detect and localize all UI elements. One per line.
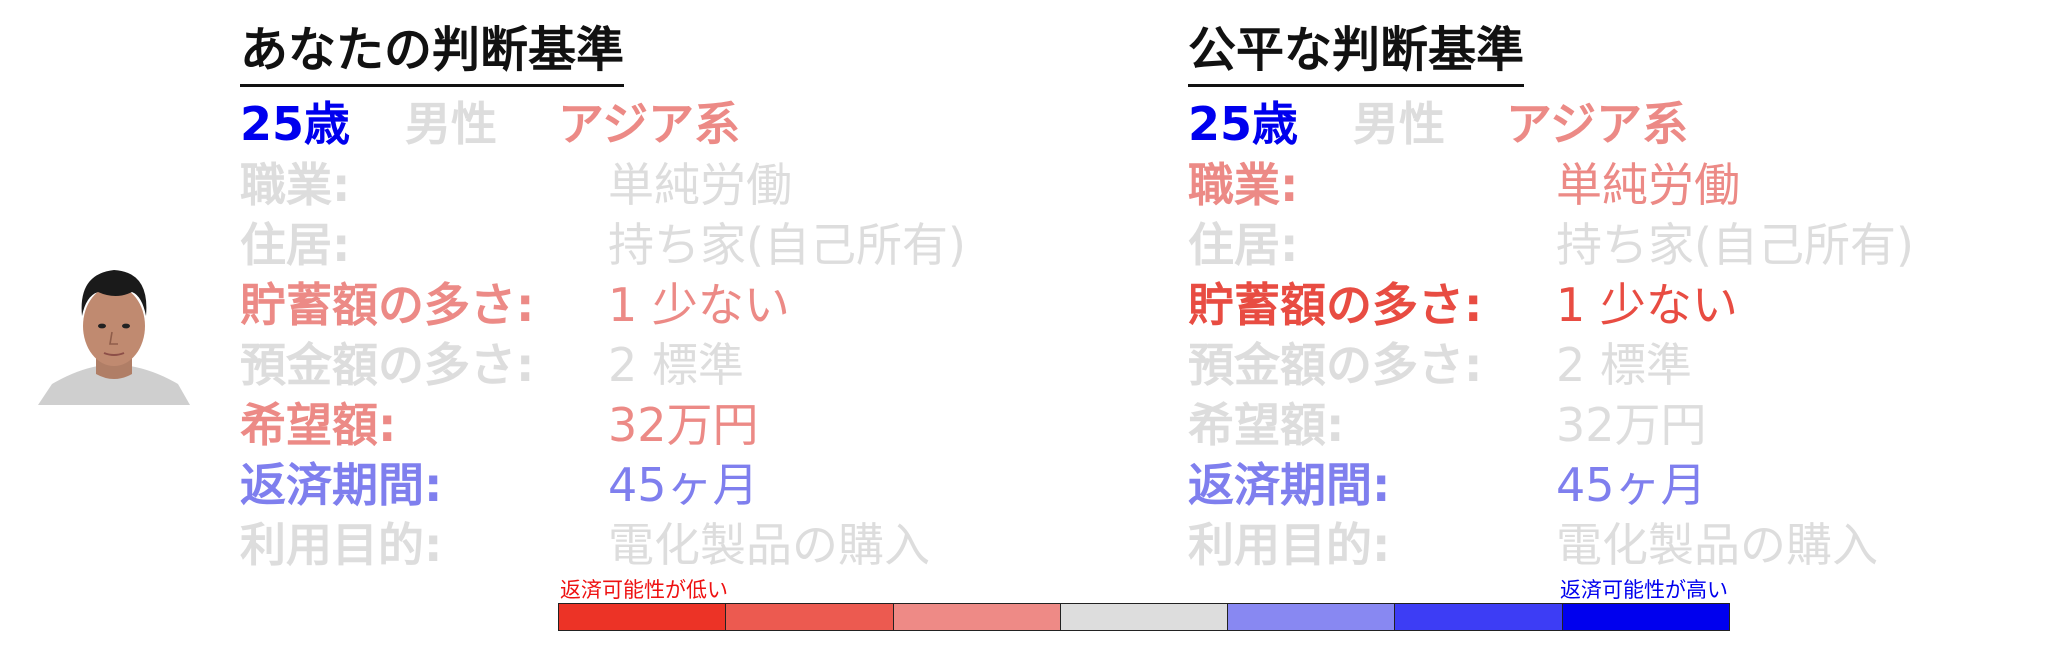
scale-segment <box>1562 604 1729 630</box>
attribute-row: 希望額: 32万円 <box>240 395 759 455</box>
attribute-label: 希望額: <box>1188 398 1345 452</box>
attribute-row: 預金額の多さ: 2 標準 <box>240 335 744 395</box>
attribute-value: 1 少ない <box>1556 278 1738 332</box>
fair-criteria-panel: 公平な判断基準 25歳 男性 アジア系 職業: 単純労働 住居: 持ち家(自己所… <box>1188 18 1914 575</box>
scale-segment <box>726 604 894 630</box>
user-criteria-panel: あなたの判断基準 25歳 男性 アジア系 職業: 単純労働 住居: 持ち家(自己… <box>240 18 966 575</box>
attribute-value: 2 標準 <box>608 338 744 392</box>
attribute-row: 貯蓄額の多さ: 1 少ない <box>240 275 790 335</box>
attribute-value: 持ち家(自己所有) <box>1556 218 1914 272</box>
attribute-label: 貯蓄額の多さ: <box>1188 278 1483 332</box>
race-label: アジア系 <box>558 97 741 151</box>
attribute-value: 単純労働 <box>1556 158 1740 212</box>
attribute-value: 32万円 <box>1556 398 1707 452</box>
attribute-label: 利用目的: <box>1188 518 1391 572</box>
panel-title: 公平な判断基準 <box>1188 18 1525 87</box>
attribute-label: 希望額: <box>240 398 397 452</box>
age-label: 25歳 <box>240 97 351 151</box>
attribute-row: 返済期間: 45ヶ月 <box>1188 455 1707 515</box>
attribute-value: 持ち家(自己所有) <box>608 218 966 272</box>
attribute-label: 返済期間: <box>1188 458 1391 512</box>
scale-segment <box>893 604 1061 630</box>
attribute-row: 利用目的: 電化製品の購入 <box>1188 515 1878 575</box>
attribute-value: 単純労働 <box>608 158 792 212</box>
demographics: 25歳 男性 アジア系 <box>240 93 740 155</box>
attribute-value: 2 標準 <box>1556 338 1692 392</box>
attribute-value: 32万円 <box>608 398 759 452</box>
scale-segment <box>1395 604 1563 630</box>
attribute-row: 職業: 単純労働 <box>240 155 792 215</box>
attribute-row: 住居: 持ち家(自己所有) <box>240 215 966 275</box>
attribute-label: 住居: <box>240 218 351 272</box>
scale-segment <box>1228 604 1396 630</box>
attribute-row: 預金額の多さ: 2 標準 <box>1188 335 1692 395</box>
attribute-value: 電化製品の購入 <box>608 518 930 572</box>
attribute-row: 貯蓄額の多さ: 1 少ない <box>1188 275 1738 335</box>
attribute-label: 職業: <box>240 158 351 212</box>
scale-segment <box>1060 604 1229 630</box>
repayment-color-scale <box>558 603 1730 631</box>
attribute-label: 返済期間: <box>240 458 443 512</box>
attribute-value: 45ヶ月 <box>608 458 759 512</box>
scale-low-label: 返済可能性が低い <box>560 578 728 602</box>
attribute-value: 1 少ない <box>608 278 790 332</box>
attribute-label: 貯蓄額の多さ: <box>240 278 535 332</box>
person-portrait-icon <box>38 260 190 405</box>
attribute-value: 45ヶ月 <box>1556 458 1707 512</box>
attribute-row: 利用目的: 電化製品の購入 <box>240 515 930 575</box>
attribute-row: 住居: 持ち家(自己所有) <box>1188 215 1914 275</box>
scale-high-label: 返済可能性が高い <box>1560 578 1728 602</box>
gender-label: 男性 <box>405 97 497 151</box>
attribute-row: 職業: 単純労働 <box>1188 155 1740 215</box>
attribute-value: 電化製品の購入 <box>1556 518 1878 572</box>
panel-title: あなたの判断基準 <box>240 18 625 87</box>
attribute-row: 返済期間: 45ヶ月 <box>240 455 759 515</box>
gender-label: 男性 <box>1353 97 1445 151</box>
attribute-label: 預金額の多さ: <box>240 338 535 392</box>
race-label: アジア系 <box>1506 97 1689 151</box>
scale-segment <box>559 604 727 630</box>
attribute-label: 利用目的: <box>240 518 443 572</box>
attribute-label: 預金額の多さ: <box>1188 338 1483 392</box>
attribute-label: 住居: <box>1188 218 1299 272</box>
attribute-label: 職業: <box>1188 158 1299 212</box>
age-label: 25歳 <box>1188 97 1299 151</box>
attribute-row: 希望額: 32万円 <box>1188 395 1707 455</box>
demographics: 25歳 男性 アジア系 <box>1188 93 1688 155</box>
